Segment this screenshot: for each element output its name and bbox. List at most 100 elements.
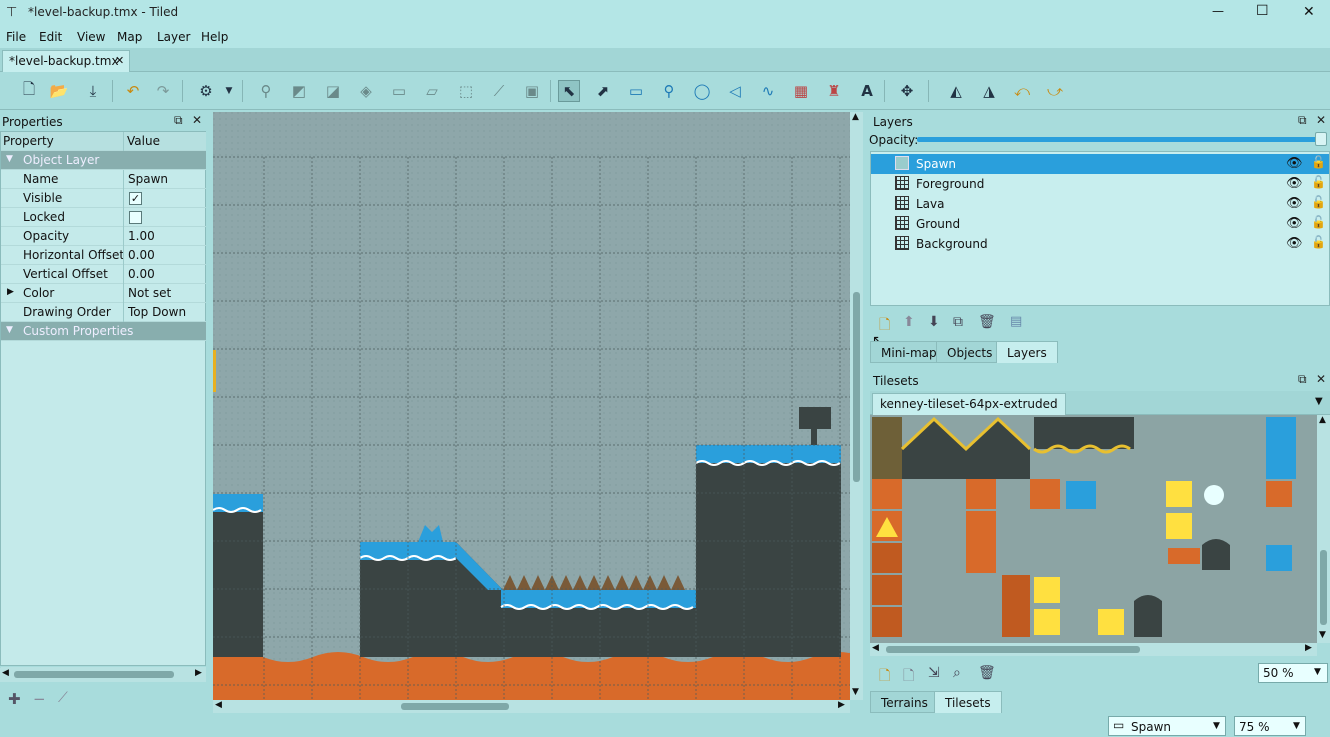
select-objects-icon[interactable]: ⬉ <box>558 80 580 102</box>
scroll-left-icon[interactable]: ◀ <box>215 700 222 710</box>
select-same-tile-icon[interactable]: ▣ <box>521 80 543 102</box>
zoom-dropdown-icon[interactable]: ▼ <box>1314 667 1321 677</box>
tab-layers[interactable]: Layers <box>996 341 1058 363</box>
scroll-right-icon[interactable]: ▶ <box>838 700 845 710</box>
scroll-thumb[interactable] <box>853 292 860 482</box>
insert-template-icon[interactable]: ♜ <box>823 80 845 102</box>
layers-close-icon[interactable]: ✕ <box>1316 113 1326 127</box>
map-render[interactable] <box>213 112 850 700</box>
property-value[interactable]: 1.00 <box>128 229 155 243</box>
lock-icon[interactable]: 🔓 <box>1311 175 1326 189</box>
insert-text-icon[interactable]: A <box>856 80 878 102</box>
wang-brush-icon[interactable]: ◪ <box>322 80 344 102</box>
visibility-eye-icon[interactable]: 👁 <box>1286 176 1303 191</box>
layers-float-icon[interactable]: ⧉ <box>1298 113 1307 128</box>
property-row-visible[interactable]: Visible ✓ <box>1 189 206 208</box>
rotate-left-icon[interactable]: ⤺ <box>1011 80 1033 102</box>
collapse-icon[interactable]: ▼ <box>6 154 13 164</box>
new-map-icon[interactable]: 🗋 <box>18 80 40 102</box>
opacity-slider[interactable] <box>917 132 1327 146</box>
scroll-thumb[interactable] <box>886 646 1140 653</box>
visible-checkbox[interactable]: ✓ <box>129 192 142 205</box>
value-column-header[interactable]: Value <box>127 134 160 148</box>
properties-float-icon[interactable]: ⧉ <box>174 113 183 128</box>
properties-scroll-track[interactable]: ◀ ▶ <box>0 668 206 682</box>
visibility-eye-icon[interactable]: 👁 <box>1286 216 1303 231</box>
visibility-eye-icon[interactable]: 👁 <box>1286 236 1303 251</box>
scroll-up-icon[interactable]: ▲ <box>1319 415 1326 425</box>
layer-row-foreground[interactable]: Foreground 👁 🔓 <box>871 174 1329 194</box>
property-row-opacity[interactable]: Opacity 1.00 <box>1 227 206 246</box>
new-tileset-icon[interactable]: 🗋 <box>879 665 890 689</box>
tileset-tab[interactable]: kenney-tileset-64px-extruded <box>872 393 1066 415</box>
scroll-down-icon[interactable]: ▼ <box>1319 630 1326 640</box>
rename-property-icon[interactable]: ⟋ <box>58 690 68 706</box>
open-icon[interactable]: 📂 <box>48 80 70 102</box>
scroll-up-icon[interactable]: ▲ <box>852 112 859 122</box>
commands-dropdown-icon[interactable]: ▼ <box>218 80 240 102</box>
insert-polygon-icon[interactable]: ◁ <box>724 80 746 102</box>
property-row-locked[interactable]: Locked <box>1 208 206 227</box>
menu-file[interactable]: File <box>6 30 26 44</box>
visibility-eye-icon[interactable]: 👁 <box>1286 156 1303 171</box>
expand-icon[interactable]: ▶ <box>7 287 14 297</box>
lock-icon[interactable]: 🔓 <box>1311 235 1326 249</box>
menu-layer[interactable]: Layer <box>157 30 190 44</box>
tileset-tab-dropdown-icon[interactable]: ▼ <box>1315 396 1323 407</box>
raise-layer-icon[interactable]: ⬆ <box>903 314 915 330</box>
tileset-horizontal-scrollbar[interactable]: ◀ ▶ <box>870 643 1317 656</box>
tilesets-float-icon[interactable]: ⧉ <box>1298 372 1307 387</box>
flip-vertical-icon[interactable]: ◮ <box>978 80 1000 102</box>
scroll-thumb[interactable] <box>1320 550 1327 625</box>
property-row-drawing-order[interactable]: Drawing Order Top Down <box>1 303 206 322</box>
map-canvas[interactable] <box>213 112 850 700</box>
export-tileset-icon[interactable]: ⇲ <box>928 665 940 681</box>
insert-ellipse-icon[interactable]: ◯ <box>691 80 713 102</box>
canvas-vertical-scrollbar[interactable]: ▲ ▼ <box>850 112 863 700</box>
scroll-thumb[interactable] <box>401 703 509 710</box>
canvas-horizontal-scrollbar[interactable]: ◀ ▶ <box>213 700 850 713</box>
edit-tileset-icon[interactable]: ⌕ <box>953 665 961 681</box>
commands-icon[interactable]: ⚙ <box>195 80 217 102</box>
document-tab[interactable]: *level-backup.tmx ✕ <box>2 50 130 72</box>
section-object-layer[interactable]: ▼ Object Layer <box>1 151 206 170</box>
terrain-brush-icon[interactable]: ◩ <box>288 80 310 102</box>
duplicate-layer-icon[interactable]: ⧉ <box>953 314 963 330</box>
close-tab-icon[interactable]: ✕ <box>115 54 124 67</box>
map-zoom-combo[interactable]: 75 % ▼ <box>1234 716 1306 736</box>
flip-horizontal-icon[interactable]: ◭ <box>945 80 967 102</box>
magic-wand-icon[interactable]: ⟋ <box>488 80 510 102</box>
tab-objects[interactable]: Objects <box>936 341 1004 363</box>
rotate-right-icon[interactable]: ⤻ <box>1044 80 1066 102</box>
bucket-fill-icon[interactable]: ◈ <box>355 80 377 102</box>
scroll-down-icon[interactable]: ▼ <box>852 687 859 697</box>
collapse-icon[interactable]: ▼ <box>6 325 13 335</box>
menu-map[interactable]: Map <box>117 30 142 44</box>
menu-view[interactable]: View <box>77 30 105 44</box>
layer-properties-icon[interactable]: ▤ <box>1010 314 1022 329</box>
menu-help[interactable]: Help <box>201 30 228 44</box>
minimize-button[interactable]: — <box>1212 4 1224 18</box>
layer-combo-dropdown-icon[interactable]: ▼ <box>1213 721 1220 731</box>
locked-checkbox[interactable] <box>129 211 142 224</box>
add-property-icon[interactable]: ✚ <box>8 690 21 708</box>
property-value[interactable]: 0.00 <box>128 248 155 262</box>
opacity-slider-handle[interactable] <box>1315 132 1327 146</box>
layer-row-ground[interactable]: Ground 👁 🔓 <box>871 214 1329 234</box>
properties-close-icon[interactable]: ✕ <box>192 113 202 127</box>
layer-row-lava[interactable]: Lava 👁 🔓 <box>871 194 1329 214</box>
delete-layer-icon[interactable]: 🗑 <box>978 314 996 330</box>
layer-row-background[interactable]: Background 👁 🔓 <box>871 234 1329 254</box>
scroll-right-icon[interactable]: ▶ <box>1305 643 1312 653</box>
eraser-icon[interactable]: ▱ <box>421 80 443 102</box>
rectangle-select-icon[interactable]: ⬚ <box>455 80 477 102</box>
maximize-button[interactable]: ☐ <box>1256 3 1269 19</box>
close-button[interactable]: ✕ <box>1303 4 1315 20</box>
property-value[interactable]: Top Down <box>128 305 186 319</box>
tilesets-close-icon[interactable]: ✕ <box>1316 372 1326 386</box>
edit-polygons-icon[interactable]: ⬈ <box>592 80 614 102</box>
property-row-horizontal-offset[interactable]: Horizontal Offset 0.00 <box>1 246 206 265</box>
scroll-left-icon[interactable]: ◀ <box>2 668 9 678</box>
property-row-name[interactable]: Name Spawn <box>1 170 206 189</box>
tab-tilesets[interactable]: Tilesets <box>934 691 1002 713</box>
